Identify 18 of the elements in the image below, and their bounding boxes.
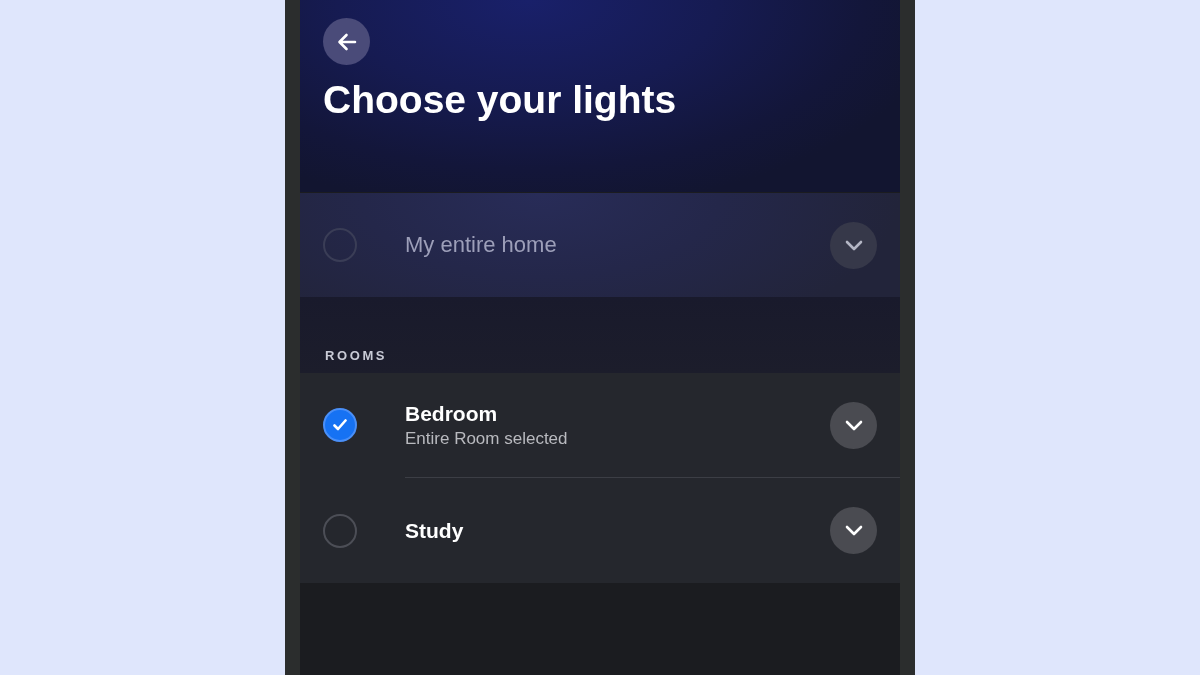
option-label: My entire home bbox=[405, 232, 558, 258]
back-button[interactable] bbox=[323, 18, 370, 65]
room-row[interactable]: Bedroom Entire Room selected bbox=[300, 373, 900, 477]
expand-button[interactable] bbox=[830, 507, 877, 554]
room-detail: Entire Room selected bbox=[405, 428, 569, 449]
checkbox[interactable] bbox=[323, 513, 357, 548]
chevron-icon bbox=[844, 419, 863, 431]
page-title: Choose your lights bbox=[323, 77, 677, 123]
chevron-icon bbox=[844, 239, 863, 251]
chevron-icon bbox=[844, 525, 863, 536]
room-row[interactable]: Study bbox=[300, 478, 900, 583]
arrow-left-icon bbox=[336, 32, 357, 51]
expand-button[interactable] bbox=[830, 401, 877, 449]
check-icon bbox=[333, 419, 347, 431]
checkbox[interactable] bbox=[323, 408, 357, 442]
room-name: Bedroom bbox=[405, 401, 499, 426]
room-name: Study bbox=[405, 518, 465, 543]
section-heading: ROOMS bbox=[325, 348, 388, 363]
